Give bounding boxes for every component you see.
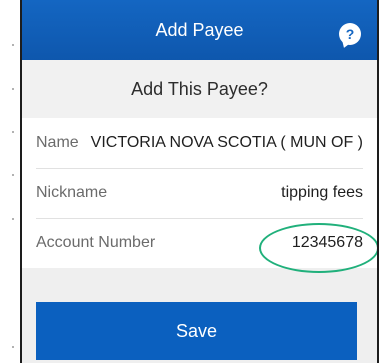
app-header: Add Payee ? — [22, 0, 377, 60]
nickname-label: Nickname — [36, 184, 108, 201]
account-number-label: Account Number — [36, 234, 156, 251]
account-number-value: 12345678 — [291, 234, 363, 251]
margin-dot — [12, 44, 14, 46]
name-row: Name VICTORIA NOVA SCOTIA ( MUN OF ) — [36, 118, 363, 169]
margin-dot — [12, 218, 14, 220]
save-button[interactable]: Save — [36, 302, 357, 360]
account-number-row: Account Number 12345678 — [36, 218, 363, 268]
page-title: Add Payee — [155, 20, 244, 40]
name-label: Name — [36, 134, 79, 151]
confirm-prompt: Add This Payee? — [22, 60, 377, 118]
help-icon[interactable]: ? — [339, 23, 361, 45]
phone-screen: Add Payee ? Add This Payee? Name VICTORI… — [20, 0, 379, 363]
nickname-row: Nickname tipping fees — [36, 168, 363, 219]
margin-dot — [12, 131, 14, 133]
left-margin — [0, 0, 20, 363]
name-value: VICTORIA NOVA SCOTIA ( MUN OF ) — [90, 134, 363, 151]
margin-dot — [12, 88, 14, 90]
margin-dot — [12, 174, 14, 176]
nickname-value: tipping fees — [281, 184, 363, 201]
margin-dot — [12, 346, 14, 348]
payee-details-card: Name VICTORIA NOVA SCOTIA ( MUN OF ) Nic… — [22, 118, 377, 268]
